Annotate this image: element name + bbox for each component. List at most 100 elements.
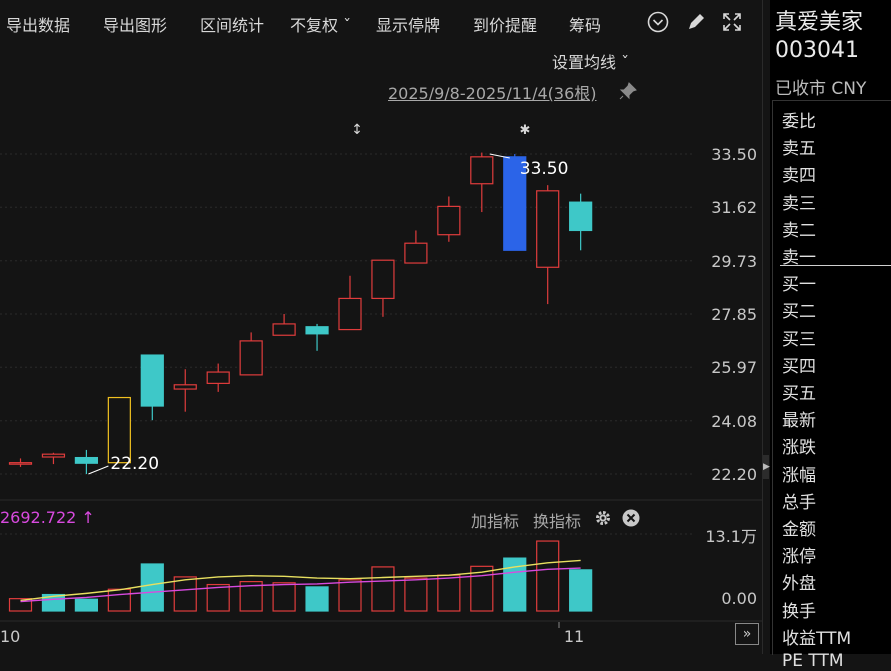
chart-grid bbox=[0, 153, 762, 622]
stock-name: 真爱美家 bbox=[775, 10, 864, 35]
candle-body bbox=[107, 396, 131, 464]
candle-body bbox=[305, 326, 329, 335]
quote-label: 卖四 bbox=[782, 166, 816, 187]
volume-bar bbox=[371, 566, 395, 612]
gear-icon[interactable] bbox=[594, 509, 612, 527]
candle bbox=[8, 458, 33, 467]
price-tick-label: 33.50 bbox=[711, 145, 757, 164]
volume-series bbox=[8, 540, 593, 612]
quote-label: 卖三 bbox=[782, 193, 816, 214]
candle bbox=[74, 449, 99, 474]
quote-label: 委比 bbox=[782, 112, 816, 132]
price-tick-label: 31.62 bbox=[711, 198, 757, 217]
candle-body bbox=[338, 297, 362, 331]
volume-bar bbox=[305, 586, 329, 612]
volume-bar bbox=[74, 598, 99, 612]
volume-ma-magenta bbox=[20, 567, 581, 603]
price-tick-label: 22.20 bbox=[711, 465, 757, 484]
quote-label: 总手 bbox=[782, 492, 816, 513]
stock-code: 003041 bbox=[775, 38, 859, 63]
quote-label: 买三 bbox=[782, 329, 816, 350]
candle bbox=[173, 369, 197, 412]
candle-body bbox=[74, 456, 99, 464]
candle bbox=[107, 396, 131, 464]
quote-label: 卖五 bbox=[782, 139, 816, 160]
candle-body bbox=[272, 323, 296, 336]
indicator-value: 2692.722 ↑ bbox=[0, 508, 95, 527]
quote-label: 买五 bbox=[782, 384, 816, 404]
add-indicator-button[interactable]: 加指标 bbox=[471, 508, 519, 532]
quote-label: 涨幅 bbox=[782, 465, 816, 486]
price-axis: 33.50 31.62 29.73 27.85 25.97 24.08 22.20 bbox=[711, 145, 757, 484]
candle bbox=[437, 196, 461, 242]
quote-label: 最新 bbox=[782, 411, 816, 432]
candle bbox=[470, 152, 494, 213]
candle bbox=[338, 275, 362, 331]
volume-tick-label: 0.00 bbox=[721, 589, 757, 608]
candle-body bbox=[470, 156, 494, 185]
candle-body bbox=[404, 242, 428, 264]
quote-label: 买二 bbox=[782, 302, 816, 323]
quote-label: 换手 bbox=[782, 601, 816, 622]
quote-label: 收益TTM bbox=[782, 628, 852, 649]
candlestick-series bbox=[8, 152, 593, 474]
candle-body bbox=[371, 259, 395, 300]
close-icon[interactable] bbox=[622, 509, 640, 527]
volume-bar bbox=[437, 574, 461, 612]
quote-label: 买四 bbox=[782, 356, 816, 377]
price-tick-label: 24.08 bbox=[711, 412, 757, 431]
collapse-handle[interactable]: ▶ bbox=[763, 455, 770, 479]
candle-body bbox=[206, 371, 230, 384]
quote-label: 金额 bbox=[782, 520, 816, 540]
candle-body bbox=[239, 340, 263, 376]
volume-bar bbox=[272, 582, 296, 612]
candle bbox=[272, 314, 296, 336]
quote-label: 涨停 bbox=[782, 547, 816, 568]
price-tick-label: 25.97 bbox=[711, 358, 757, 377]
low-pointer bbox=[88, 465, 109, 475]
volume-bar bbox=[107, 588, 131, 612]
quote-label: PE TTM bbox=[782, 651, 844, 671]
quote-label: 涨跌 bbox=[782, 438, 816, 459]
scroll-right-button[interactable]: » bbox=[735, 623, 759, 645]
low-price-label: 22.20 bbox=[110, 454, 159, 474]
volume-bar bbox=[569, 569, 593, 612]
candle bbox=[206, 363, 230, 392]
quote-label: 买一 bbox=[782, 275, 816, 296]
volume-bar bbox=[173, 576, 197, 612]
candle-body bbox=[173, 384, 197, 390]
event-marker: ✱ bbox=[520, 123, 531, 138]
volume-bar bbox=[404, 577, 428, 612]
candle bbox=[305, 323, 329, 351]
high-price-label: 33.50 bbox=[520, 159, 569, 179]
candle bbox=[371, 259, 395, 317]
candle bbox=[404, 230, 428, 264]
x-tick-label: 11 bbox=[564, 627, 584, 646]
volume-bar bbox=[338, 579, 362, 612]
candle-body bbox=[41, 453, 66, 458]
volume-ma-yellow bbox=[20, 559, 581, 602]
candle-body bbox=[569, 201, 593, 232]
quote-label: 卖二 bbox=[782, 220, 816, 241]
kline-chart[interactable]: 33.50 31.62 29.73 27.85 25.97 24.08 22.20 13.1… bbox=[0, 0, 762, 654]
switch-indicator-button[interactable]: 换指标 bbox=[533, 508, 581, 532]
candle bbox=[239, 332, 263, 376]
candle bbox=[569, 193, 593, 251]
x-tick-label: 10 bbox=[0, 627, 20, 646]
quote-label: 外盘 bbox=[782, 574, 816, 595]
candle-body bbox=[536, 190, 560, 268]
quote-label: 卖一 bbox=[782, 248, 816, 268]
candle-body bbox=[8, 462, 33, 465]
candle bbox=[536, 185, 560, 305]
market-status: 已收市 CNY bbox=[775, 79, 867, 99]
volume-tick-label: 13.1万 bbox=[705, 527, 757, 546]
candle-body bbox=[437, 205, 461, 236]
price-tick-label: 29.73 bbox=[711, 252, 757, 271]
candle bbox=[140, 354, 164, 421]
event-marker: ↕ bbox=[351, 122, 363, 138]
candle-body bbox=[140, 354, 164, 407]
price-tick-label: 27.85 bbox=[711, 305, 757, 324]
candle bbox=[41, 452, 66, 465]
volume-bar bbox=[140, 563, 164, 612]
volume-bar bbox=[536, 540, 560, 612]
